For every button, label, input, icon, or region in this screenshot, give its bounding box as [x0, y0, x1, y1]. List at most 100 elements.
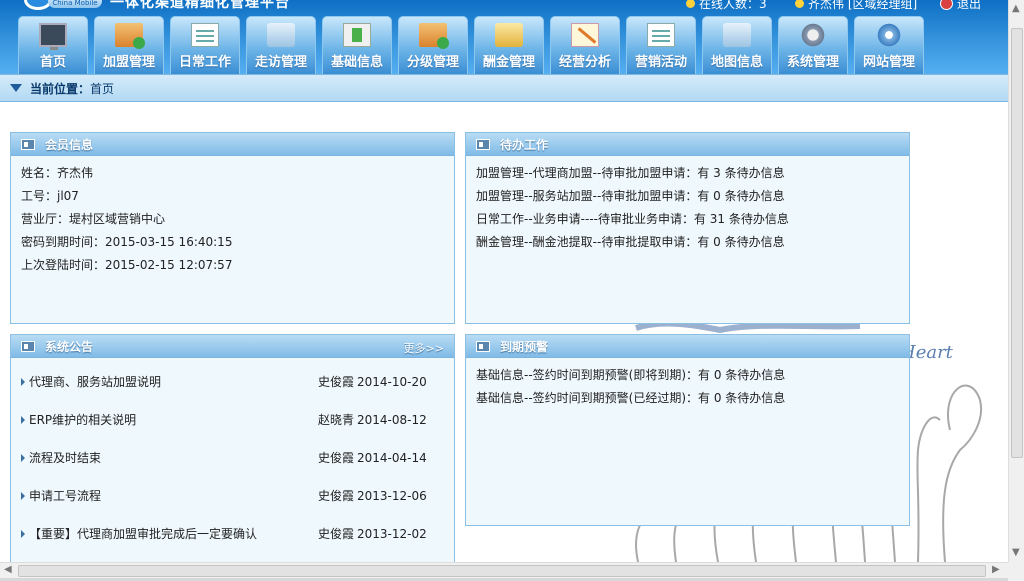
tab-label: 系统管理	[786, 55, 839, 70]
top-header: China Mobile 一体化渠道精细化管理平台 在线人数：3 齐杰伟 [区域…	[0, 0, 1008, 74]
notice-item-author: 史俊霞	[318, 489, 355, 503]
tab-marketing[interactable]: 营销活动	[626, 16, 696, 74]
more-link[interactable]: 更多>>	[404, 340, 444, 356]
notice-item-title: ERP维护的相关说明	[29, 413, 137, 427]
tab-label: 经营分析	[558, 55, 611, 70]
tab-label: 营销活动	[634, 55, 687, 70]
online-count: 在线人数：3	[686, 0, 767, 12]
tab-daily-work[interactable]: 日常工作	[170, 16, 240, 74]
notice-item-title: 流程及时结束	[29, 451, 102, 465]
notice-item-title: 代理商、服务站加盟说明	[29, 375, 162, 389]
expiry-title: 到期预警	[500, 339, 549, 354]
pen-icon	[571, 23, 599, 47]
member-password-expiry: 密码到期时间：2015-03-15 16:40:15	[21, 235, 233, 249]
bulb-icon	[686, 0, 695, 8]
notice-list: 代理商、服务站加盟说明 史俊霞 2014-10-20 ERP维护的相关说明 赵晓青 20…	[11, 358, 454, 556]
tab-label: 酬金管理	[482, 55, 535, 70]
walk-icon	[267, 23, 295, 47]
todo-panel: 待办工作 加盟管理--代理商加盟--待审批加盟申请：有 3 条待办信息 加盟管理…	[465, 132, 910, 324]
expiry-header: 到期预警	[466, 335, 909, 358]
main-nav: 首页 加盟管理 日常工作 走访管理 基础信息 分级管理 酬金管理 经营分析 营销…	[18, 16, 924, 74]
expiry-item[interactable]: 基础信息--签约时间到期预警(已经过期)：有 0 条待办信息	[476, 387, 899, 410]
system-title: 一体化渠道精细化管理平台	[110, 0, 290, 11]
tab-label: 日常工作	[178, 55, 231, 70]
exit-icon	[940, 0, 953, 10]
exit-button[interactable]: 退出	[940, 0, 981, 12]
notice-item-title: 【重要】代理商加盟审批完成后一定要确认	[29, 527, 258, 541]
notice-item[interactable]: 代理商、服务站加盟说明 史俊霞 2014-10-20	[21, 366, 444, 404]
vertical-scrollbar[interactable]: ▲ ▼	[1008, 0, 1024, 562]
notice-item-author: 赵晓青	[318, 413, 355, 427]
tab-analysis[interactable]: 经营分析	[550, 16, 620, 74]
tab-franchise[interactable]: 加盟管理	[94, 16, 164, 74]
expiry-body: 基础信息--签约时间到期预警(即将到期)：有 0 条待办信息 基础信息--签约时…	[466, 358, 909, 416]
gear-icon	[799, 23, 827, 47]
member-info-panel: 会员信息 姓名：齐杰伟 工号：jl07 营业厅：堤村区域营销中心 密码到期时间：…	[10, 132, 455, 324]
tab-label: 加盟管理	[102, 55, 155, 70]
notice-item-date: 2014-08-12	[357, 413, 427, 427]
member-info-header: 会员信息	[11, 133, 454, 156]
tab-home[interactable]: 首页	[18, 16, 88, 74]
member-name: 姓名：齐杰伟	[21, 166, 94, 180]
monitor-icon	[39, 23, 67, 50]
member-id: 工号：jl07	[21, 189, 79, 203]
current-user: 齐杰伟 [区域经理组]	[795, 0, 917, 12]
tab-basic-info[interactable]: 基础信息	[322, 16, 392, 74]
tab-label: 基础信息	[330, 55, 383, 70]
tab-label: 地图信息	[710, 55, 763, 70]
tab-map[interactable]: 地图信息	[702, 16, 772, 74]
scroll-up-icon[interactable]: ▲	[1012, 2, 1020, 16]
todo-item[interactable]: 日常工作--业务申请----待审批业务申请：有 31 条待办信息	[476, 208, 899, 231]
tab-reward[interactable]: 酬金管理	[474, 16, 544, 74]
user-icon	[795, 0, 804, 8]
scroll-right-icon[interactable]: ▶	[992, 563, 1000, 577]
notice-item-title: 申请工号流程	[29, 489, 102, 503]
tab-website[interactable]: 网站管理	[854, 16, 924, 74]
horizontal-scroll-thumb[interactable]	[18, 565, 986, 577]
notice-item-date: 2013-12-06	[357, 489, 427, 503]
id-card-icon	[476, 138, 490, 150]
tab-system[interactable]: 系统管理	[778, 16, 848, 74]
scroll-left-icon[interactable]: ◀	[4, 563, 12, 577]
scroll-down-icon[interactable]: ▼	[1012, 546, 1020, 560]
notice-panel: 系统公告 更多>> 代理商、服务站加盟说明 史俊霞 2014-10-20 ERP维护…	[10, 334, 455, 562]
todo-body: 加盟管理--代理商加盟--待审批加盟申请：有 3 条待办信息 加盟管理--服务站…	[466, 156, 909, 260]
breadcrumb-home-link[interactable]: 首页	[90, 80, 114, 97]
todo-item[interactable]: 加盟管理--服务站加盟--待审批加盟申请：有 0 条待办信息	[476, 185, 899, 208]
todo-item[interactable]: 加盟管理--代理商加盟--待审批加盟申请：有 3 条待办信息	[476, 162, 899, 185]
id-card-icon	[21, 138, 35, 150]
notice-item-author: 史俊霞	[318, 375, 355, 389]
member-last-login: 上次登陆时间：2015-02-15 12:07:57	[21, 258, 233, 272]
tab-visit[interactable]: 走访管理	[246, 16, 316, 74]
document-icon	[191, 23, 219, 47]
tab-label: 分级管理	[406, 55, 459, 70]
tab-grading[interactable]: 分级管理	[398, 16, 468, 74]
triangle-down-icon	[10, 84, 22, 92]
notice-header: 系统公告 更多>>	[11, 335, 454, 358]
base-icon	[343, 23, 371, 47]
tab-label: 走访管理	[254, 55, 307, 70]
breadcrumb: 当前位置： 首页	[0, 74, 1008, 102]
globe-icon	[875, 23, 903, 47]
notice-item-date: 2014-04-14	[357, 451, 427, 465]
todo-header: 待办工作	[466, 133, 909, 156]
notice-item[interactable]: 申请工号流程 史俊霞 2013-12-06	[21, 480, 444, 518]
expiry-panel: 到期预警 基础信息--签约时间到期预警(即将到期)：有 0 条待办信息 基础信息…	[465, 334, 910, 526]
notice-item[interactable]: ERP维护的相关说明 赵晓青 2014-08-12	[21, 404, 444, 442]
id-card-icon	[21, 340, 35, 352]
todo-item[interactable]: 酬金管理--酬金池提取--待审批提取申请：有 0 条待办信息	[476, 231, 899, 254]
member-info-title: 会员信息	[45, 137, 94, 152]
todo-title: 待办工作	[500, 137, 549, 152]
member-info-body: 姓名：齐杰伟 工号：jl07 营业厅：堤村区域营销中心 密码到期时间：2015-…	[11, 156, 454, 283]
coin-icon	[419, 23, 449, 49]
vertical-scroll-thumb[interactable]	[1011, 28, 1023, 458]
tab-label: 网站管理	[862, 55, 915, 70]
horizontal-scrollbar[interactable]: ◀ ▶	[0, 562, 1008, 578]
id-card-icon	[476, 340, 490, 352]
notice-item-author: 史俊霞	[318, 527, 355, 541]
notice-item[interactable]: 流程及时结束 史俊霞 2014-04-14	[21, 442, 444, 480]
user-label: 齐杰伟 [区域经理组]	[808, 0, 918, 11]
scrollbar-corner	[1008, 562, 1024, 581]
notice-item[interactable]: 【重要】代理商加盟审批完成后一定要确认 史俊霞 2013-12-02	[21, 518, 444, 556]
expiry-item[interactable]: 基础信息--签约时间到期预警(即将到期)：有 0 条待办信息	[476, 364, 899, 387]
